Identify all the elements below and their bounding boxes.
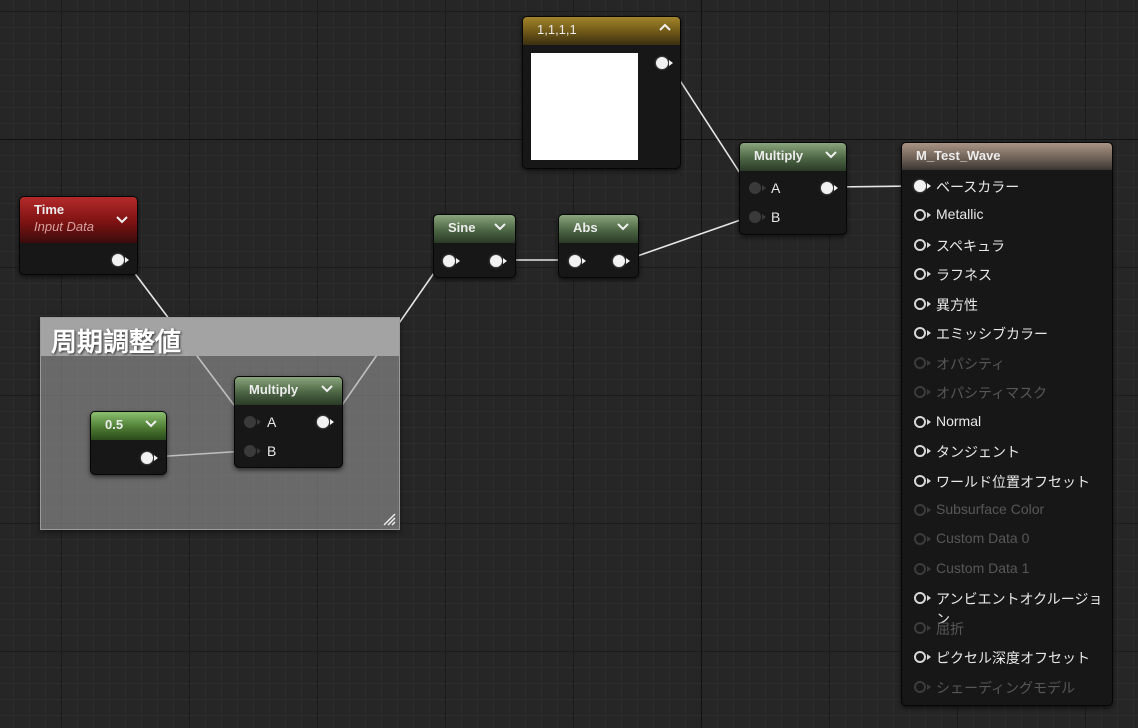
material-input-pin[interactable]: [914, 268, 931, 281]
input-pin-a[interactable]: [244, 416, 261, 428]
multiply-top-header: Multiply: [740, 143, 846, 171]
output-pin[interactable]: [317, 416, 334, 428]
constant-half-node[interactable]: 0.5: [90, 411, 167, 475]
time-header: Time Input Data: [20, 197, 137, 243]
material-header: M_Test_Wave: [902, 143, 1112, 170]
output-pin[interactable]: [821, 182, 838, 194]
material-pin-label: オパシティマスク: [936, 385, 1048, 402]
time-node[interactable]: Time Input Data: [19, 196, 138, 275]
material-pin-label: Metallic: [936, 206, 984, 223]
input-pin-a[interactable]: [749, 182, 766, 194]
abs-header: Abs: [559, 215, 638, 243]
material-pin-label: Normal: [936, 412, 982, 429]
constant-half-title: 0.5: [105, 417, 124, 432]
output-pin[interactable]: [613, 255, 630, 267]
chevron-down-icon[interactable]: [824, 147, 838, 161]
material-pin-label: Subsurface Color: [936, 500, 1045, 517]
multiply-top-title: Multiply: [754, 148, 804, 163]
material-input-pin[interactable]: [914, 297, 931, 310]
pin-label-a: A: [771, 180, 781, 196]
pin-label-b: B: [771, 209, 781, 225]
material-input-pin[interactable]: [914, 445, 931, 458]
material-input-pin[interactable]: [914, 356, 931, 369]
material-pin-label: スペキュラ: [936, 237, 1006, 254]
wire-abs-to-multiply-b: [625, 216, 750, 261]
material-input-pin[interactable]: [914, 592, 931, 605]
material-input-pin[interactable]: [914, 621, 931, 634]
output-pin[interactable]: [656, 57, 673, 69]
output-pin[interactable]: [141, 452, 158, 464]
input-pin-b[interactable]: [749, 211, 766, 223]
material-input-pin[interactable]: [914, 651, 931, 664]
input-pin[interactable]: [569, 255, 586, 267]
abs-title: Abs: [573, 220, 598, 235]
material-pin-label: エミッシブカラー: [936, 326, 1048, 343]
material-input-pin[interactable]: [914, 533, 931, 546]
material-pin-label: Custom Data 0: [936, 530, 1030, 547]
material-input-pin[interactable]: [914, 562, 931, 575]
material-pin-label: タンジェント: [936, 444, 1020, 461]
chevron-down-icon[interactable]: [320, 381, 334, 395]
sine-header: Sine: [434, 215, 515, 243]
material-pin-label: ピクセル深度オフセット: [936, 650, 1090, 667]
pin-label-a: A: [267, 414, 277, 430]
material-pin-label: 異方性: [936, 296, 978, 313]
material-input-pin[interactable]: [914, 327, 931, 340]
material-input-pin[interactable]: [914, 415, 931, 428]
chevron-down-icon[interactable]: [616, 219, 630, 233]
output-pin[interactable]: [490, 255, 507, 267]
color-constant-title: 1,1,1,1: [537, 22, 577, 37]
chevron-down-icon[interactable]: [115, 212, 129, 226]
material-input-pin[interactable]: [914, 680, 931, 693]
material-pin-label: Custom Data 1: [936, 559, 1030, 576]
material-result-node[interactable]: M_Test_Wave ベースカラー Metallic スペキュララフネス異方性エミ…: [901, 142, 1113, 706]
material-pin-label: オパシティ: [936, 355, 1006, 372]
comment-title[interactable]: 周期調整値: [41, 318, 399, 358]
multiply-mid-title: Multiply: [249, 382, 299, 397]
material-pin-label: シェーディングモデル: [936, 679, 1076, 696]
color-preview-swatch: [531, 53, 638, 160]
material-input-pin[interactable]: [914, 503, 931, 516]
chevron-down-icon[interactable]: [493, 219, 507, 233]
material-input-pin[interactable]: [914, 386, 931, 399]
time-title: Time: [34, 202, 65, 217]
material-pin-label: 屈折: [936, 620, 964, 637]
input-pin[interactable]: [443, 255, 460, 267]
abs-node[interactable]: Abs: [558, 214, 639, 278]
input-pin-b[interactable]: [244, 445, 261, 457]
color-constant-node[interactable]: 1,1,1,1: [522, 16, 681, 169]
material-title: M_Test_Wave: [916, 148, 1001, 163]
material-pin-label: ワールド位置オフセット: [936, 473, 1090, 490]
material-input-pin[interactable]: [914, 180, 931, 192]
chevron-down-icon[interactable]: [144, 416, 158, 430]
sine-title: Sine: [448, 220, 476, 235]
color-constant-header: 1,1,1,1: [523, 17, 680, 45]
material-input-pin[interactable]: [914, 238, 931, 251]
sine-node[interactable]: Sine: [433, 214, 516, 278]
time-subtitle: Input Data: [34, 219, 94, 234]
chevron-up-icon[interactable]: [658, 21, 672, 35]
material-input-pin[interactable]: [914, 209, 931, 222]
output-pin[interactable]: [112, 254, 129, 266]
pin-label-b: B: [267, 443, 277, 459]
multiply-mid-header: Multiply: [235, 377, 342, 405]
material-pin-label: ベースカラー: [936, 179, 1020, 195]
multiply-node-top[interactable]: Multiply A B: [739, 142, 847, 235]
resize-grip-icon[interactable]: [382, 512, 396, 526]
constant-half-header: 0.5: [91, 412, 166, 440]
material-pin-label: ラフネス: [936, 267, 992, 284]
material-input-pin[interactable]: [914, 474, 931, 487]
multiply-node-mid[interactable]: Multiply A B: [234, 376, 343, 468]
